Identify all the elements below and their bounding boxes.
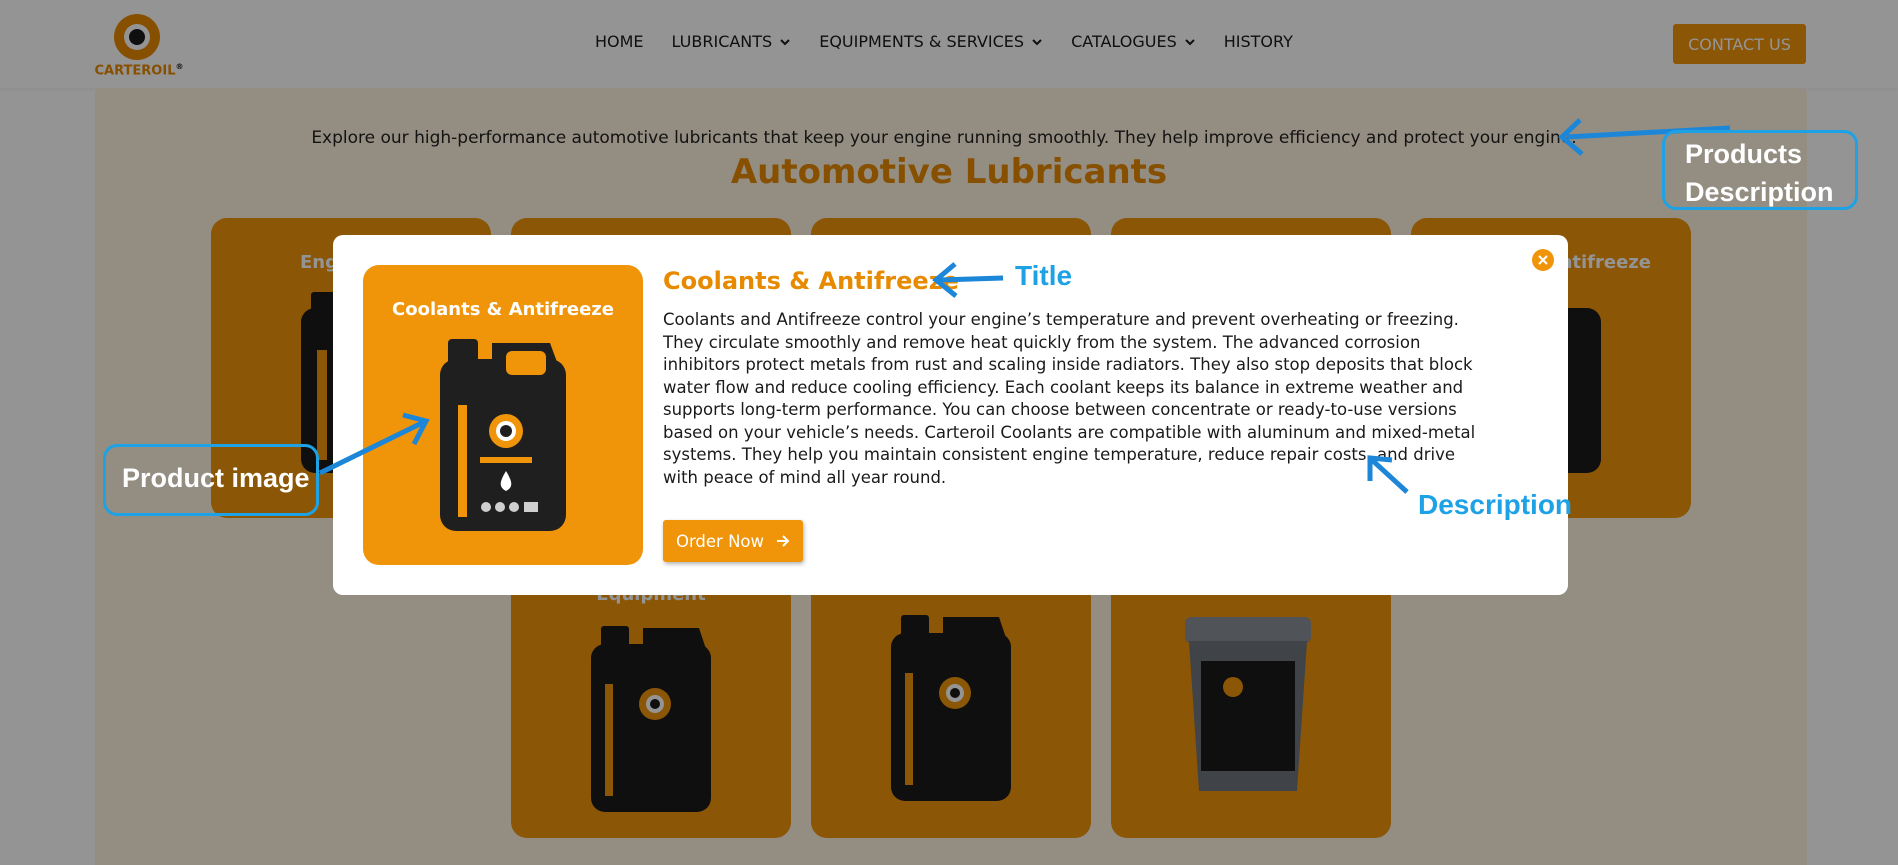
product-image: Coolants & Antifreeze bbox=[363, 265, 643, 565]
annotation-products-description: Products Description bbox=[1662, 130, 1858, 210]
annotation-product-image: Product image bbox=[103, 444, 319, 516]
product-image-title: Coolants & Antifreeze bbox=[392, 299, 614, 320]
product-description: Coolants and Antifreeze control your eng… bbox=[663, 310, 1476, 487]
arrow-right-icon bbox=[777, 535, 790, 547]
close-button[interactable] bbox=[1532, 249, 1554, 271]
coolant-jug-icon bbox=[440, 339, 566, 531]
annotation-description: Description bbox=[1418, 489, 1573, 520]
product-modal: Coolants & Antifreeze Coolants & Antifre… bbox=[333, 235, 1568, 595]
product-title: Coolants & Antifreeze bbox=[663, 267, 959, 295]
close-icon bbox=[1538, 255, 1548, 265]
order-now-button[interactable]: Order Now bbox=[663, 520, 803, 562]
annotation-title: Title bbox=[1015, 260, 1073, 291]
order-now-label: Order Now bbox=[675, 531, 765, 551]
